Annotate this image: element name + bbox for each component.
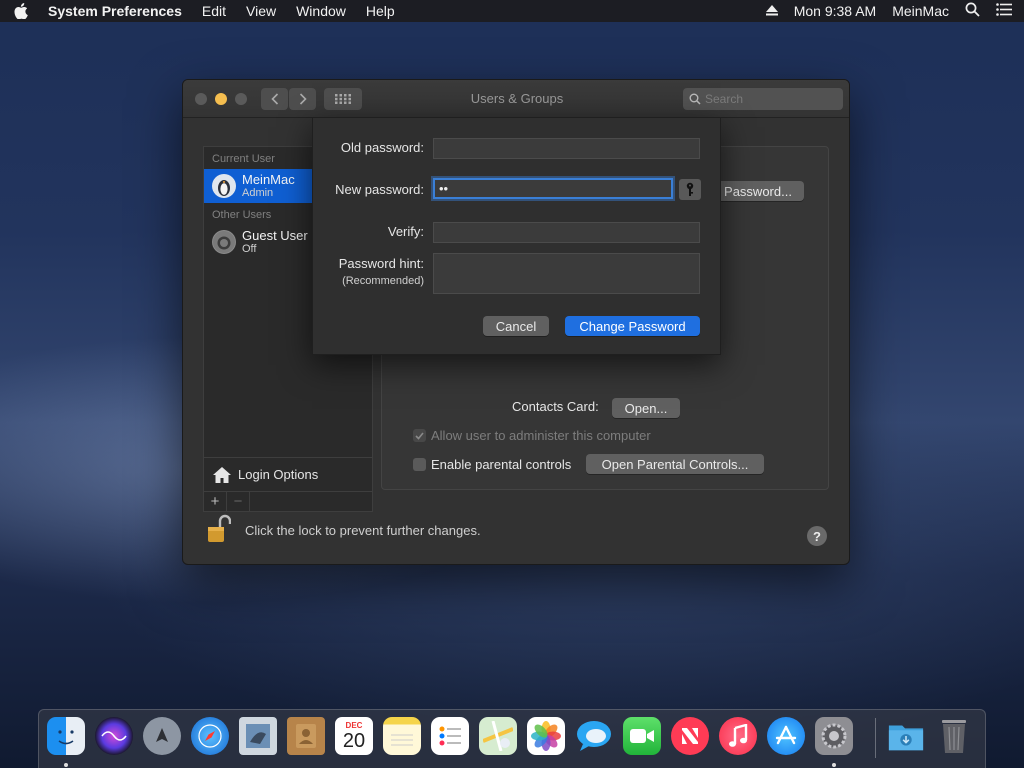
verify-label: Verify: xyxy=(387,224,424,239)
apple-menu-icon[interactable] xyxy=(12,3,30,19)
running-indicator xyxy=(832,763,836,767)
menu-edit[interactable]: Edit xyxy=(202,3,226,19)
user-role: Admin xyxy=(242,187,274,199)
search-field[interactable] xyxy=(683,88,843,110)
verify-field[interactable] xyxy=(433,222,700,243)
menu-view[interactable]: View xyxy=(246,3,276,19)
open-parental-controls-button[interactable]: Open Parental Controls... xyxy=(586,454,764,474)
change-password-button[interactable]: Password... xyxy=(712,181,804,201)
login-options-item[interactable]: Login Options xyxy=(204,457,372,491)
other-users-label: Other Users xyxy=(212,209,272,221)
finder-icon[interactable] xyxy=(47,717,85,755)
lock-area: Click the lock to prevent further change… xyxy=(207,514,481,547)
login-options-label: Login Options xyxy=(238,467,319,482)
siri-icon[interactable] xyxy=(95,717,133,755)
menu-clock[interactable]: Mon 9:38 AM xyxy=(794,3,877,19)
menu-app-name[interactable]: System Preferences xyxy=(48,3,182,19)
spotlight-search-icon[interactable] xyxy=(965,2,980,20)
parental-controls-label: Enable parental controls xyxy=(431,457,572,472)
eject-icon[interactable] xyxy=(765,3,778,19)
safari-icon[interactable] xyxy=(191,717,229,755)
menu-help[interactable]: Help xyxy=(366,3,395,19)
password-hint-label: Password hint: xyxy=(338,256,424,271)
allow-admin-checkbox[interactable] xyxy=(413,429,426,442)
messages-icon[interactable] xyxy=(575,717,613,755)
user-name: MeinMac xyxy=(242,172,295,187)
calendar-icon[interactable]: DEC 20 xyxy=(335,717,373,755)
music-icon[interactable] xyxy=(719,717,757,755)
unlocked-padlock-icon[interactable] xyxy=(207,514,232,547)
launchpad-icon[interactable] xyxy=(143,717,181,755)
checkmark-icon xyxy=(415,431,424,440)
system-preferences-icon[interactable] xyxy=(815,717,853,755)
old-password-field[interactable] xyxy=(433,138,700,159)
parental-controls-checkbox[interactable] xyxy=(413,458,426,471)
add-user-button[interactable]: + xyxy=(204,492,227,511)
trash-icon[interactable] xyxy=(935,717,973,755)
help-button[interactable]: ? xyxy=(807,526,827,546)
key-icon xyxy=(686,182,694,196)
calendar-day: 20 xyxy=(342,729,366,752)
menu-user[interactable]: MeinMac xyxy=(892,3,949,19)
old-password-label: Old password: xyxy=(340,140,424,155)
notification-center-icon[interactable] xyxy=(996,3,1012,19)
title-bar: Users & Groups xyxy=(183,80,849,118)
contacts-icon[interactable] xyxy=(287,717,325,755)
guest-status: Off xyxy=(242,243,257,255)
menu-window[interactable]: Window xyxy=(296,3,346,19)
remove-user-button[interactable]: − xyxy=(227,492,250,511)
change-password-sheet: Old password: New password: Verify: Pass… xyxy=(312,117,721,355)
reminders-icon[interactable] xyxy=(431,717,469,755)
mail-stamp-icon[interactable] xyxy=(239,717,277,755)
user-list-controls: + − xyxy=(203,492,373,512)
notes-icon[interactable] xyxy=(383,717,421,755)
downloads-folder-icon[interactable] xyxy=(887,717,925,755)
allow-admin-row: Allow user to administer this computer xyxy=(413,428,651,443)
maps-icon[interactable] xyxy=(479,717,517,755)
penguin-avatar-icon xyxy=(218,180,230,196)
lock-message: Click the lock to prevent further change… xyxy=(245,523,481,538)
allow-admin-label: Allow user to administer this computer xyxy=(431,428,651,443)
calendar-month: DEC xyxy=(345,720,363,730)
dock-separator xyxy=(875,718,876,758)
menu-bar: System Preferences Edit View Window Help… xyxy=(0,0,1024,22)
guest-user-icon xyxy=(213,231,235,253)
cancel-button[interactable]: Cancel xyxy=(483,316,549,336)
parental-controls-row: Enable parental controls xyxy=(413,457,571,472)
guest-avatar xyxy=(212,230,236,254)
news-icon[interactable] xyxy=(671,717,709,755)
search-icon xyxy=(689,93,701,105)
password-hint-field[interactable] xyxy=(433,253,700,294)
guest-name: Guest User xyxy=(242,228,308,243)
search-input[interactable] xyxy=(705,92,835,106)
app-store-icon[interactable] xyxy=(767,717,805,755)
house-icon xyxy=(213,466,231,483)
new-password-field[interactable] xyxy=(433,178,673,199)
new-password-label: New password: xyxy=(335,182,424,197)
current-user-label: Current User xyxy=(212,153,275,165)
password-assistant-button[interactable] xyxy=(679,179,701,200)
password-hint-sublabel: (Recommended) xyxy=(342,275,424,287)
running-indicator xyxy=(64,763,68,767)
open-contacts-button[interactable]: Open... xyxy=(612,398,680,418)
dock: DEC 20 xyxy=(38,709,986,768)
user-avatar xyxy=(212,174,236,198)
photos-icon[interactable] xyxy=(527,717,565,755)
change-password-confirm-button[interactable]: Change Password xyxy=(565,316,700,336)
facetime-icon[interactable] xyxy=(623,717,661,755)
contacts-card-label: Contacts Card: xyxy=(512,399,599,414)
